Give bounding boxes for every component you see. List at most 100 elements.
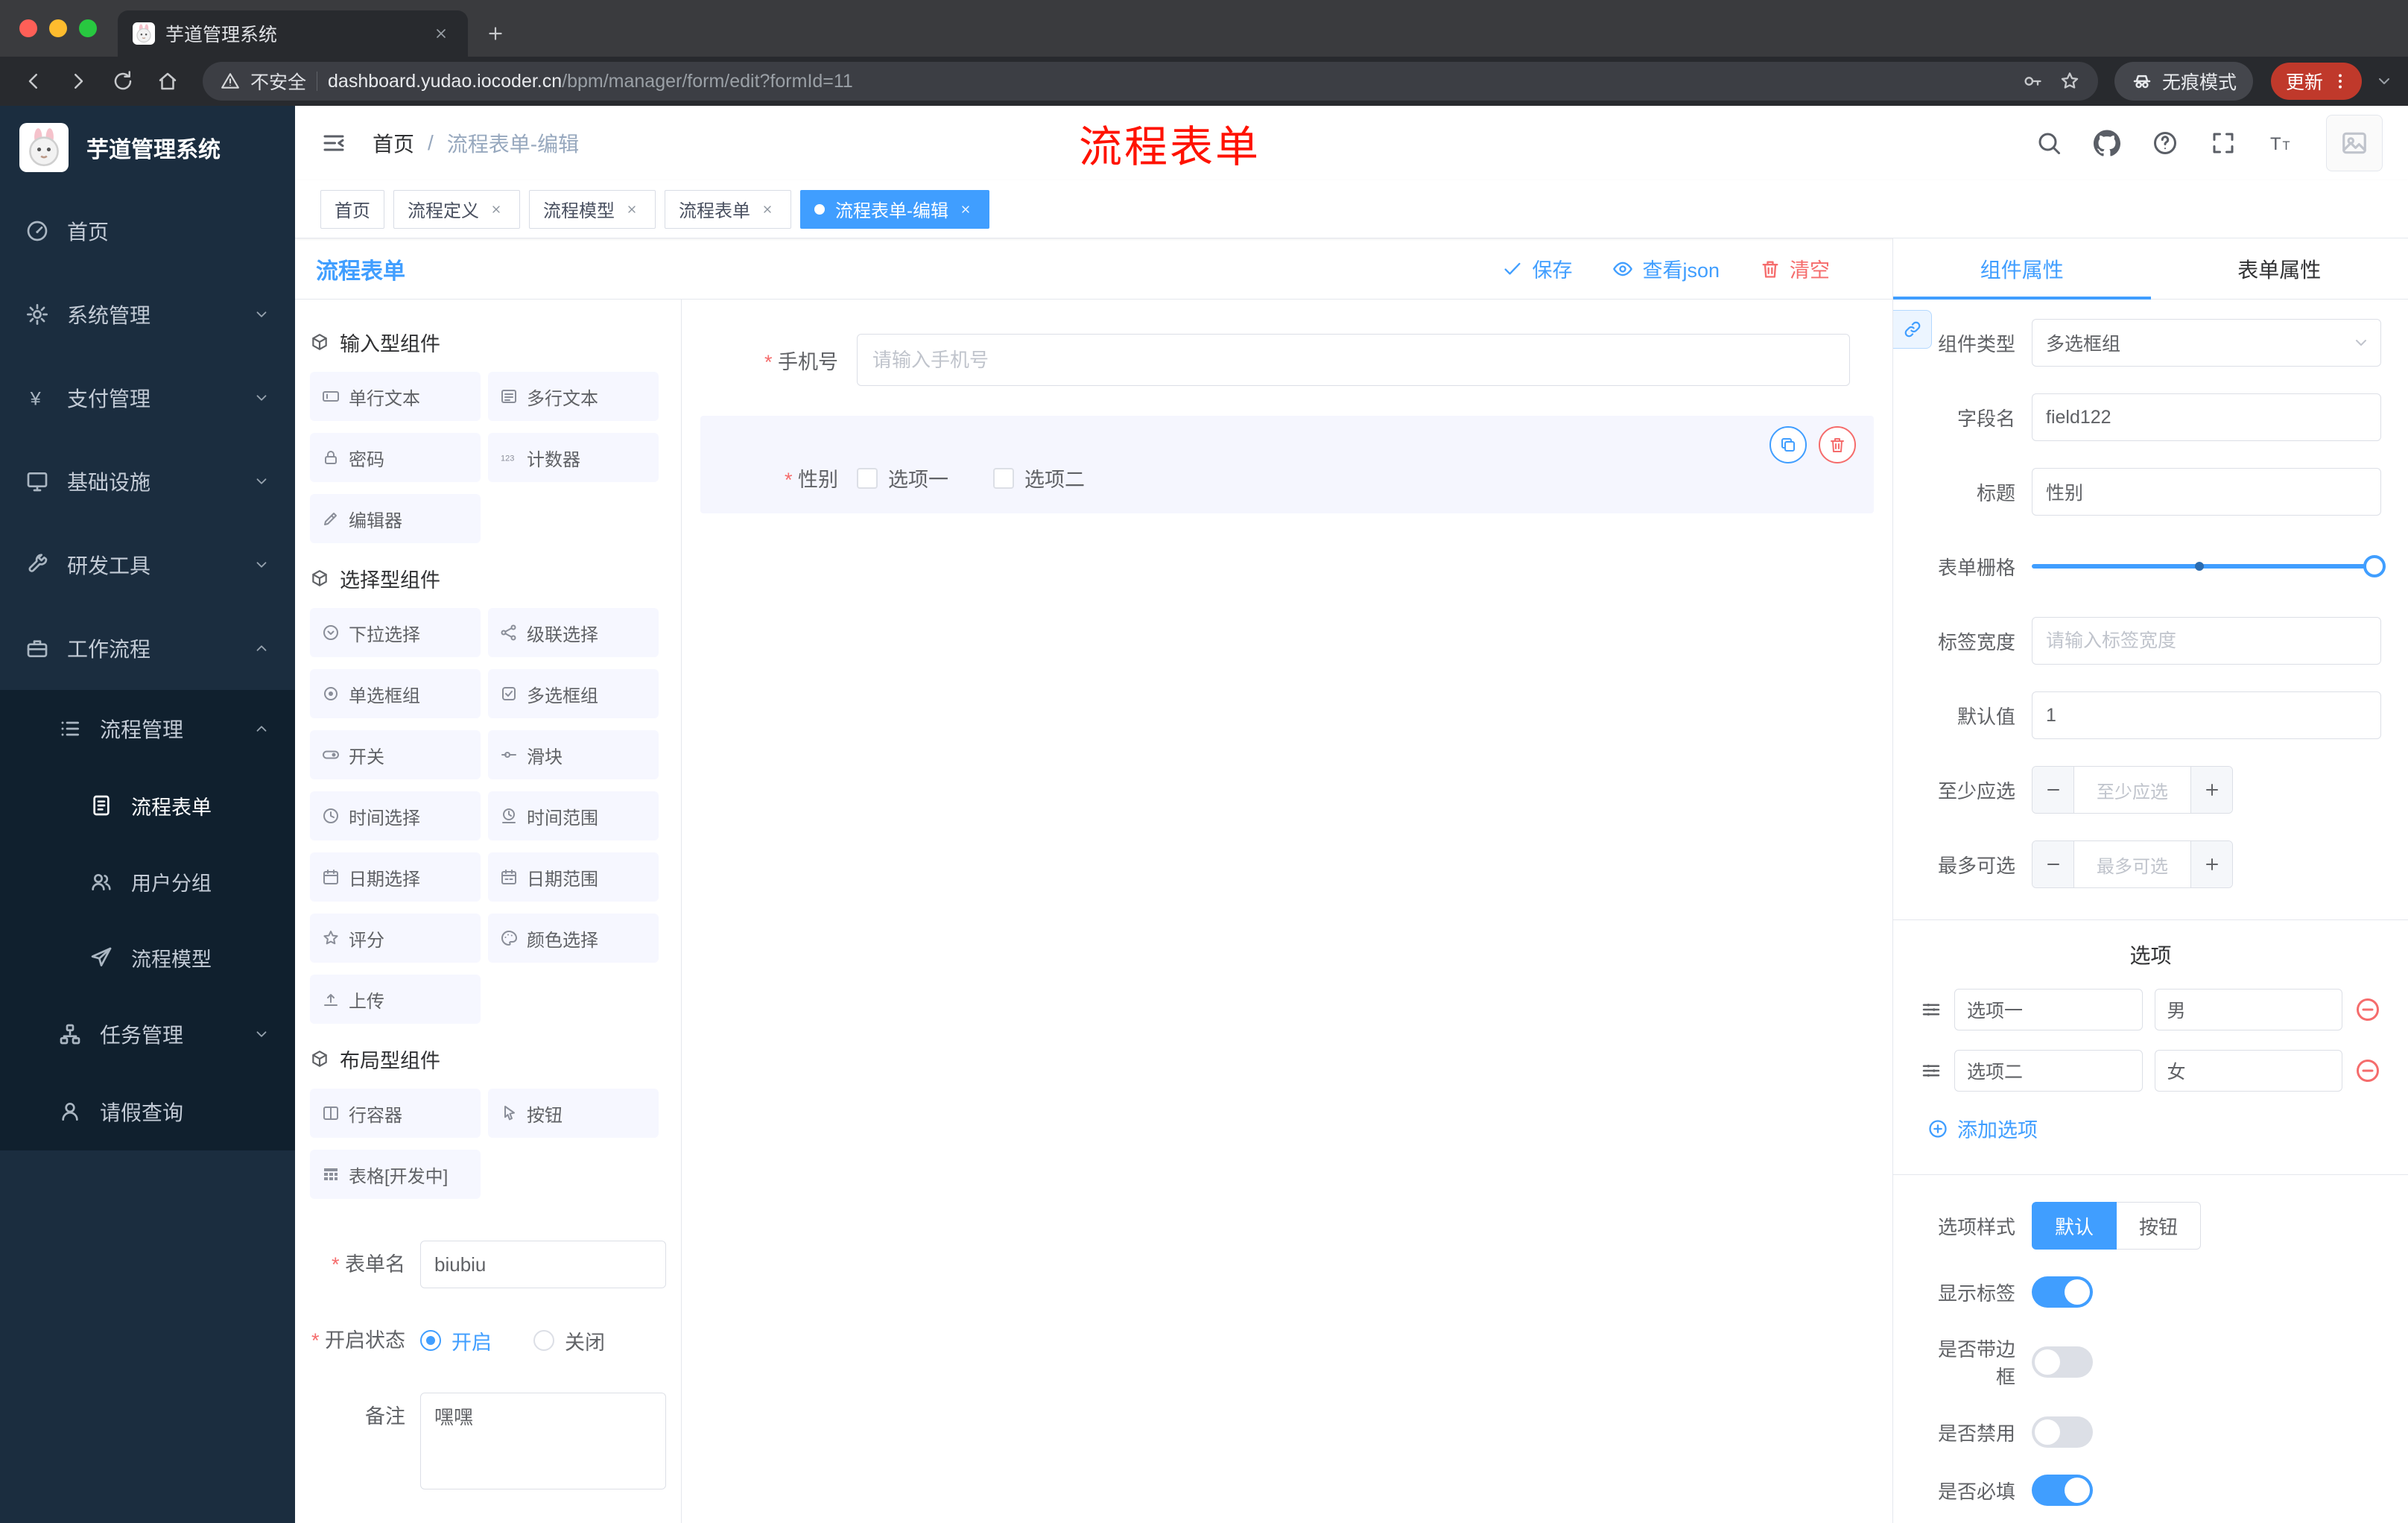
sidebar-item-infrastructure[interactable]: 基础设施 bbox=[0, 440, 295, 523]
browser-tab[interactable]: 芋道管理系统 bbox=[118, 10, 468, 57]
home-icon[interactable] bbox=[149, 63, 186, 100]
tag-close-icon[interactable] bbox=[622, 200, 641, 219]
sidebar-item-payment[interactable]: ¥ 支付管理 bbox=[0, 356, 295, 440]
help-icon[interactable] bbox=[2152, 130, 2179, 156]
selected-field-gender[interactable]: 性别 选项一 选项二 bbox=[700, 416, 1874, 513]
bookmark-star-icon[interactable] bbox=[2059, 71, 2080, 92]
font-size-icon[interactable]: TT bbox=[2268, 130, 2295, 156]
option2-value-input[interactable] bbox=[2154, 1050, 2342, 1092]
component-item-editor[interactable]: 编辑器 bbox=[310, 494, 481, 543]
border-switch[interactable] bbox=[2032, 1346, 2093, 1378]
gender-option2-checkbox[interactable]: 选项二 bbox=[993, 463, 1085, 493]
component-item-slider[interactable]: 滑块 bbox=[488, 730, 659, 779]
field-name-input[interactable] bbox=[2032, 393, 2381, 441]
component-item-upload[interactable]: 上传 bbox=[310, 975, 481, 1024]
save-button[interactable]: 保存 bbox=[1502, 254, 1572, 283]
status-off-radio[interactable]: 关闭 bbox=[533, 1326, 605, 1355]
sidebar-item-user-group[interactable]: 用户分组 bbox=[0, 843, 295, 919]
component-item-color-picker[interactable]: 颜色选择 bbox=[488, 914, 659, 963]
component-item-counter[interactable]: 123 计数器 bbox=[488, 433, 659, 482]
component-item-time-range[interactable]: 时间范围 bbox=[488, 791, 659, 840]
component-type-select[interactable]: 多选框组 bbox=[2032, 319, 2381, 367]
reload-icon[interactable] bbox=[104, 63, 142, 100]
clear-button[interactable]: 清空 bbox=[1760, 254, 1830, 283]
add-option-button[interactable]: 添加选项 bbox=[1920, 1114, 2381, 1143]
sidebar-item-leave-query[interactable]: 请假查询 bbox=[0, 1073, 295, 1150]
security-warning-icon[interactable] bbox=[221, 72, 240, 91]
decrease-icon[interactable] bbox=[2032, 767, 2074, 813]
tab-form-props[interactable]: 表单属性 bbox=[2151, 238, 2408, 299]
required-switch[interactable] bbox=[2032, 1475, 2093, 1506]
component-item-button[interactable]: 按钮 bbox=[488, 1089, 659, 1138]
fullscreen-icon[interactable] bbox=[2210, 130, 2237, 156]
option2-label-input[interactable] bbox=[1954, 1050, 2143, 1092]
default-value-input[interactable] bbox=[2032, 691, 2381, 739]
component-item-table[interactable]: 表格[开发中] bbox=[310, 1150, 481, 1199]
tag-close-icon[interactable] bbox=[758, 200, 777, 219]
component-item-rating[interactable]: 评分 bbox=[310, 914, 481, 963]
option1-value-input[interactable] bbox=[2154, 989, 2342, 1030]
increase-icon[interactable] bbox=[2190, 767, 2232, 813]
tab-component-props[interactable]: 组件属性 bbox=[1893, 238, 2151, 300]
component-item-checkbox-group[interactable]: 多选框组 bbox=[488, 669, 659, 718]
window-minimize-button[interactable] bbox=[49, 19, 67, 37]
increase-icon[interactable] bbox=[2190, 841, 2232, 887]
window-zoom-button[interactable] bbox=[79, 19, 97, 37]
sidebar-item-system[interactable]: 系统管理 bbox=[0, 273, 295, 356]
phone-input[interactable] bbox=[857, 334, 1850, 386]
address-bar[interactable]: 不安全 dashboard.yudao.iocoder.cn/bpm/manag… bbox=[203, 62, 2098, 101]
option1-label-input[interactable] bbox=[1954, 989, 2143, 1030]
max-select-stepper[interactable]: 最多可选 bbox=[2032, 840, 2233, 888]
form-name-input[interactable] bbox=[420, 1241, 666, 1288]
title-input[interactable] bbox=[2032, 468, 2381, 516]
sidebar-item-process-form[interactable]: 流程表单 bbox=[0, 767, 295, 843]
drag-handle-icon[interactable] bbox=[1920, 998, 1942, 1021]
view-json-button[interactable]: 查看json bbox=[1612, 254, 1720, 283]
tag-process-form[interactable]: 流程表单 bbox=[665, 189, 791, 229]
component-item-single-text[interactable]: 单行文本 bbox=[310, 372, 481, 421]
tag-home[interactable]: 首页 bbox=[320, 189, 384, 229]
tag-process-form-edit[interactable]: 流程表单-编辑 bbox=[800, 189, 989, 229]
gender-option1-checkbox[interactable]: 选项一 bbox=[857, 463, 948, 493]
browser-update-button[interactable]: 更新 bbox=[2270, 63, 2362, 100]
copy-field-icon[interactable] bbox=[1769, 426, 1807, 463]
tag-process-definition[interactable]: 流程定义 bbox=[393, 189, 520, 229]
label-width-input[interactable] bbox=[2032, 617, 2381, 665]
back-icon[interactable] bbox=[15, 63, 52, 100]
search-icon[interactable] bbox=[2035, 130, 2062, 156]
slider-handle[interactable] bbox=[2363, 555, 2386, 577]
sidebar-item-process-model[interactable]: 流程模型 bbox=[0, 919, 295, 995]
window-close-button[interactable] bbox=[19, 19, 37, 37]
new-tab-button[interactable] bbox=[486, 24, 505, 43]
chevron-down-icon[interactable] bbox=[2375, 72, 2393, 90]
sidebar-item-process-management[interactable]: 流程管理 bbox=[0, 690, 295, 767]
component-item-date-range[interactable]: 日期范围 bbox=[488, 852, 659, 902]
delete-field-icon[interactable] bbox=[1819, 426, 1856, 463]
style-default-button[interactable]: 默认 bbox=[2032, 1202, 2117, 1250]
component-item-password[interactable]: 密码 bbox=[310, 433, 481, 482]
github-icon[interactable] bbox=[2094, 130, 2120, 156]
breadcrumb-home[interactable]: 首页 bbox=[373, 128, 414, 158]
component-item-textarea[interactable]: 多行文本 bbox=[488, 372, 659, 421]
drag-handle-icon[interactable] bbox=[1920, 1060, 1942, 1082]
password-key-icon[interactable] bbox=[2022, 71, 2043, 92]
tab-close-icon[interactable] bbox=[429, 22, 453, 45]
decrease-icon[interactable] bbox=[2032, 841, 2074, 887]
sidebar-item-devtools[interactable]: 研发工具 bbox=[0, 523, 295, 607]
component-item-date-picker[interactable]: 日期选择 bbox=[310, 852, 481, 902]
remove-option-icon[interactable] bbox=[2354, 996, 2381, 1023]
phone-field-row[interactable]: 手机号 bbox=[700, 334, 1874, 386]
component-item-row-container[interactable]: 行容器 bbox=[310, 1089, 481, 1138]
remark-textarea[interactable]: 嘿嘿 bbox=[420, 1393, 666, 1489]
disabled-switch[interactable] bbox=[2032, 1416, 2093, 1448]
form-canvas[interactable]: 手机号 性别 bbox=[682, 300, 1892, 1523]
tag-close-icon[interactable] bbox=[956, 200, 975, 219]
sidebar-item-home[interactable]: 首页 bbox=[0, 189, 295, 273]
browser-menu-kebab-icon[interactable] bbox=[2331, 72, 2350, 91]
sidebar-item-task-management[interactable]: 任务管理 bbox=[0, 995, 295, 1073]
component-item-time-picker[interactable]: 时间选择 bbox=[310, 791, 481, 840]
menu-fold-icon[interactable] bbox=[320, 130, 347, 156]
remove-option-icon[interactable] bbox=[2354, 1057, 2381, 1084]
sidebar-item-workflow[interactable]: 工作流程 bbox=[0, 607, 295, 690]
component-item-select[interactable]: 下拉选择 bbox=[310, 608, 481, 657]
